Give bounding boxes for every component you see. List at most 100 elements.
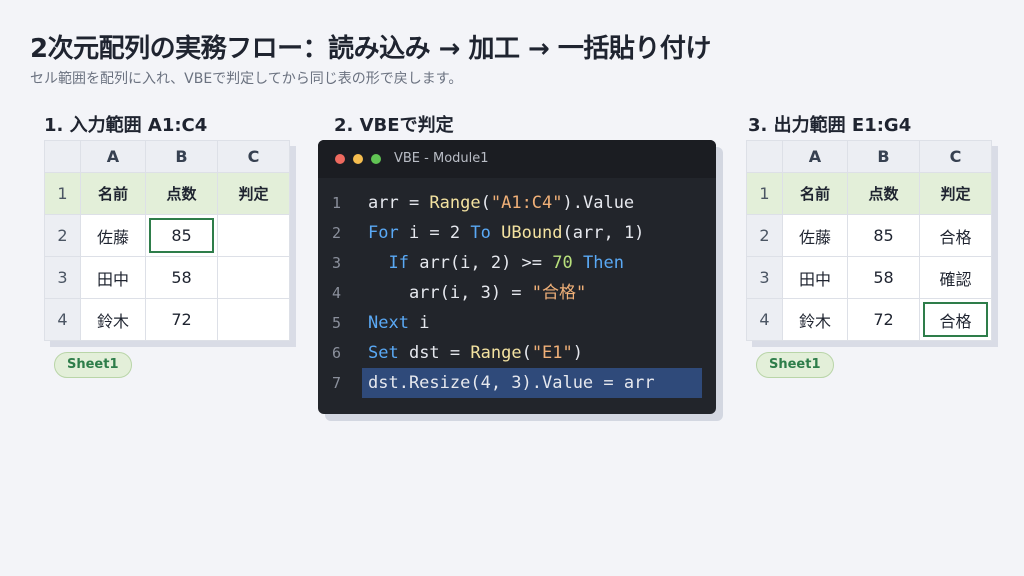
output-spreadsheet: A B C 1 名前 点数 判定 2 佐藤 85 合格 3 田中 58 確認 4…: [746, 140, 992, 341]
column-header-c[interactable]: C: [217, 140, 290, 173]
code-token: Then: [583, 253, 624, 273]
close-dot-icon[interactable]: [335, 154, 345, 164]
code-token: dst =: [398, 343, 471, 363]
line-number: 1: [332, 194, 342, 212]
cell-a1[interactable]: 名前: [80, 172, 146, 215]
line-number: 2: [332, 224, 342, 242]
cell-b2[interactable]: 85: [847, 214, 920, 257]
row-header-3[interactable]: 3: [746, 256, 783, 299]
cell-b4[interactable]: 72: [847, 298, 920, 341]
page-subtitle: セル範囲を配列に入れ、VBEで判定してから同じ表の形で戻します。: [30, 71, 463, 87]
code-token: Range: [429, 193, 481, 213]
line-number: 7: [332, 374, 342, 392]
cell-b4[interactable]: 72: [145, 298, 218, 341]
row-header-1[interactable]: 1: [746, 172, 783, 215]
code-token: ).Value: [562, 193, 635, 213]
code-token: Next: [368, 313, 409, 333]
cell-c4[interactable]: [217, 298, 290, 341]
cell-b3[interactable]: 58: [847, 256, 920, 299]
code-token: arr =: [368, 193, 430, 213]
code-token: For: [368, 223, 399, 243]
line-number: 3: [332, 254, 342, 272]
code-area[interactable]: 1 arr = Range("A1:C4").Value 2 For i = 2 To…: [318, 188, 716, 398]
cell-b1[interactable]: 点数: [847, 172, 920, 215]
code-line[interactable]: 7 dst.Resize(4, 3).Value = arr: [318, 368, 716, 398]
column-header-a[interactable]: A: [80, 140, 146, 173]
code-token: "A1:C4": [490, 193, 563, 213]
code-token: arr(i, 2) >=: [408, 253, 553, 273]
page-title: 2次元配列の実務フロー：読み込み → 加工 → 一括貼り付け: [30, 34, 711, 64]
code-text: Next i: [368, 308, 429, 338]
code-token: 70: [552, 253, 573, 273]
cell-a2[interactable]: 佐藤: [80, 214, 146, 257]
code-text: dst.Resize(4, 3).Value = arr: [362, 368, 702, 398]
cell-a2[interactable]: 佐藤: [782, 214, 848, 257]
cell-c1[interactable]: 判定: [919, 172, 992, 215]
row-header-4[interactable]: 4: [44, 298, 81, 341]
code-line[interactable]: 3 If arr(i, 2) >= 70 Then: [318, 248, 716, 278]
input-spreadsheet: A B C 1 名前 点数 判定 2 佐藤 85 3 田中 58 4 鈴木 72: [44, 140, 290, 341]
code-text: If arr(i, 2) >= 70 Then: [368, 248, 624, 278]
code-text: arr = Range("A1:C4").Value: [368, 188, 634, 218]
maximize-dot-icon[interactable]: [371, 154, 381, 164]
row-header-1[interactable]: 1: [44, 172, 81, 215]
column-header-b[interactable]: B: [145, 140, 218, 173]
line-number: 4: [332, 284, 342, 302]
cell-c2[interactable]: [217, 214, 290, 257]
line-number: 5: [332, 314, 342, 332]
code-token: arr(i, 3) =: [368, 283, 532, 303]
code-line[interactable]: 5 Next i: [318, 308, 716, 338]
code-line[interactable]: 2 For i = 2 To UBound(arr, 1): [318, 218, 716, 248]
code-line[interactable]: 4 arr(i, 3) = "合格": [318, 278, 716, 308]
editor-titlebar: VBE - Module1: [318, 140, 716, 178]
code-token: i: [408, 313, 430, 333]
code-line[interactable]: 6 Set dst = Range("E1"): [318, 338, 716, 368]
cell-c4-selected[interactable]: 合格: [919, 298, 992, 341]
cell-c3[interactable]: 確認: [919, 256, 992, 299]
sheet-tab-output[interactable]: Sheet1: [756, 352, 834, 378]
line-number: 6: [332, 344, 342, 362]
code-token: (: [480, 193, 491, 213]
cell-a3[interactable]: 田中: [80, 256, 146, 299]
cell-b3[interactable]: 58: [145, 256, 218, 299]
column-header-c[interactable]: C: [919, 140, 992, 173]
cell-b2-selected[interactable]: 85: [145, 214, 218, 257]
cell-c1[interactable]: 判定: [217, 172, 290, 215]
code-token: Range: [470, 343, 522, 363]
code-token: ): [572, 343, 584, 363]
code-token: (arr, 1): [562, 223, 645, 243]
cell-a1[interactable]: 名前: [782, 172, 848, 215]
cell-a3[interactable]: 田中: [782, 256, 848, 299]
output-section-label: 3. 出力範囲 E1:G4: [748, 115, 912, 136]
editor-title: VBE - Module1: [394, 151, 489, 166]
code-text: arr(i, 3) = "合格": [368, 278, 586, 308]
row-header-4[interactable]: 4: [746, 298, 783, 341]
corner-cell[interactable]: [44, 140, 81, 173]
code-text: Set dst = Range("E1"): [368, 338, 583, 368]
row-header-3[interactable]: 3: [44, 256, 81, 299]
code-token: Set: [368, 343, 399, 363]
cell-a4[interactable]: 鈴木: [782, 298, 848, 341]
sheet-tab-input[interactable]: Sheet1: [54, 352, 132, 378]
cell-a4[interactable]: 鈴木: [80, 298, 146, 341]
corner-cell[interactable]: [746, 140, 783, 173]
cell-b1[interactable]: 点数: [145, 172, 218, 215]
cell-c3[interactable]: [217, 256, 290, 299]
row-header-2[interactable]: 2: [44, 214, 81, 257]
row-header-2[interactable]: 2: [746, 214, 783, 257]
minimize-dot-icon[interactable]: [353, 154, 363, 164]
cell-c2[interactable]: 合格: [919, 214, 992, 257]
code-token: "合格": [531, 283, 587, 303]
code-token: If: [388, 253, 409, 273]
code-token: UBound: [501, 223, 563, 243]
code-line[interactable]: 1 arr = Range("A1:C4").Value: [318, 188, 716, 218]
column-header-b[interactable]: B: [847, 140, 920, 173]
code-token: To: [470, 223, 491, 243]
column-header-a[interactable]: A: [782, 140, 848, 173]
code-token: i = 2: [398, 223, 471, 243]
code-token: (: [521, 343, 532, 363]
code-token: dst.Resize(4, 3).Value = arr: [368, 373, 655, 393]
